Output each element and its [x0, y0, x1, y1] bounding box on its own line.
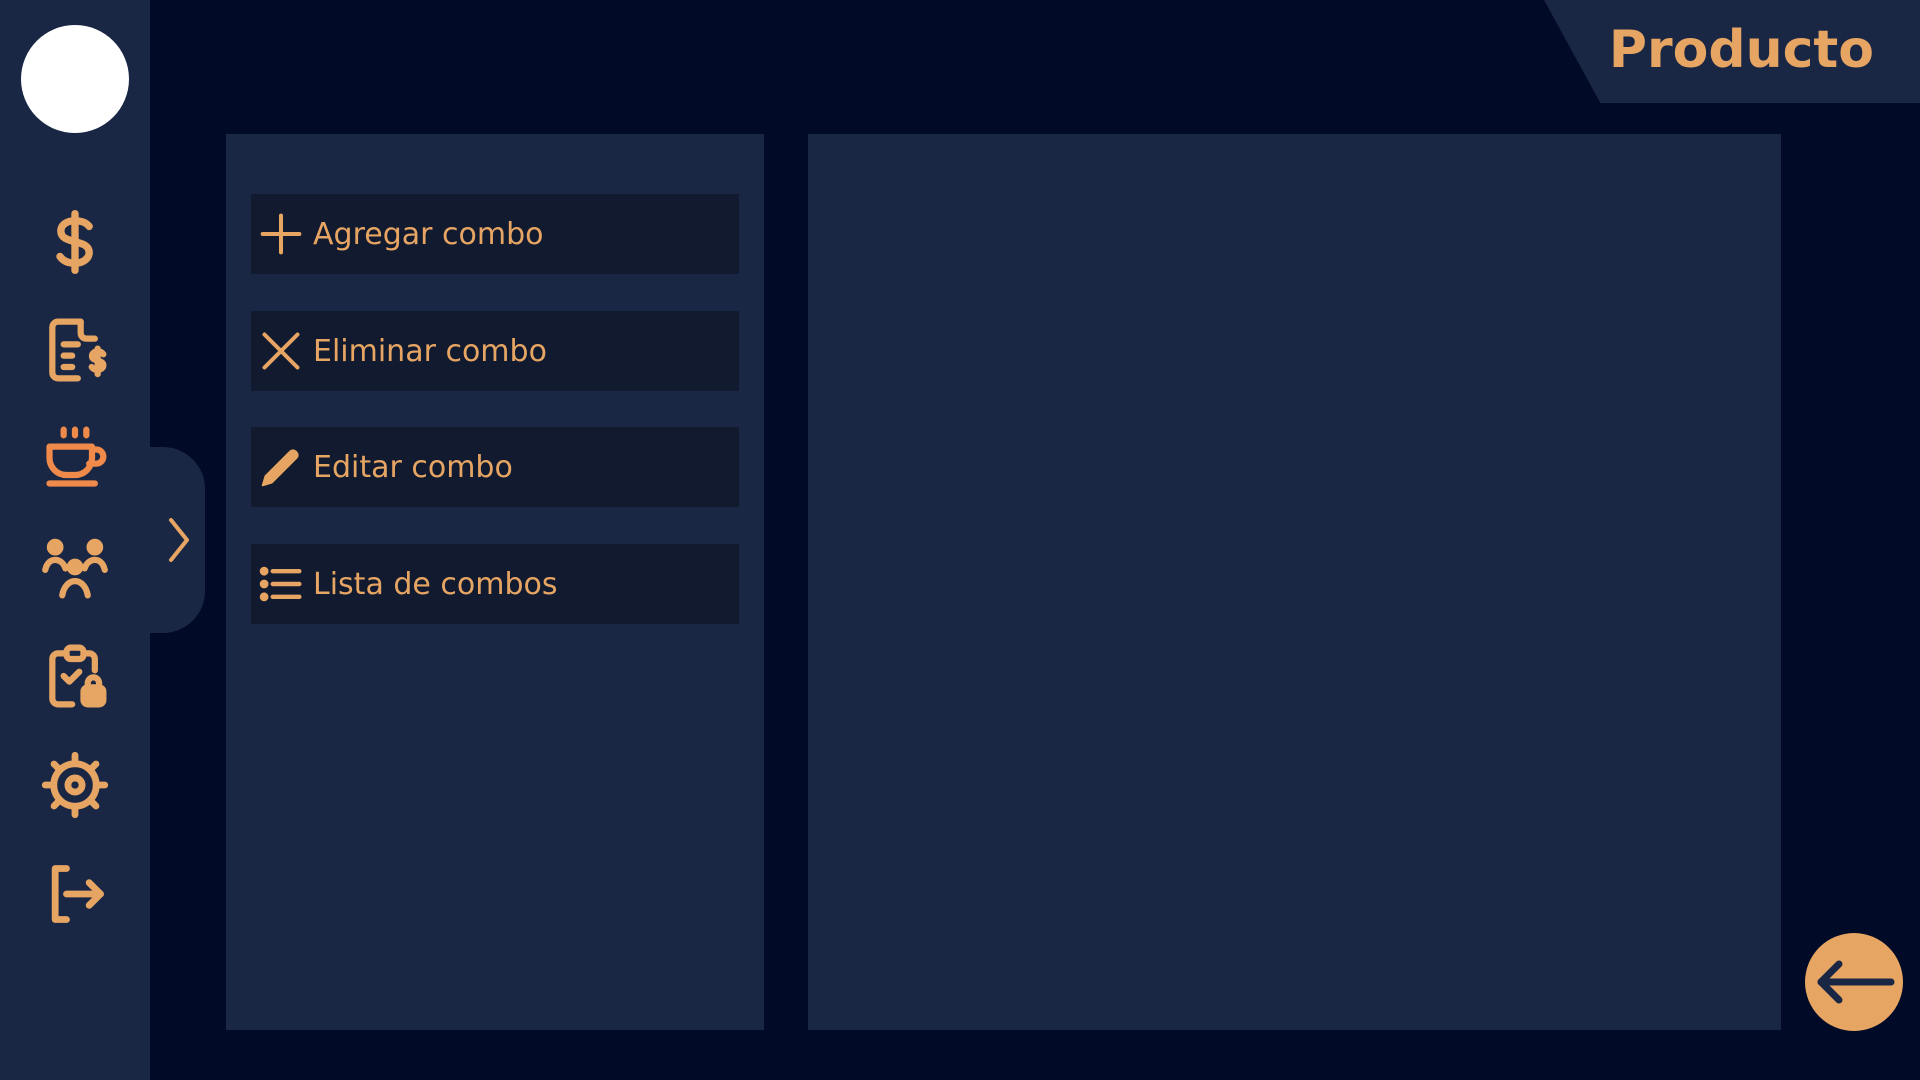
settings-gear-icon	[41, 751, 109, 819]
plus-icon	[255, 208, 307, 260]
add-combo-label: Agregar combo	[313, 216, 544, 252]
users-group-icon	[42, 538, 108, 599]
sidebar-item-settings[interactable]	[39, 749, 111, 821]
list-combos-label: Lista de combos	[313, 566, 558, 602]
logout-icon	[51, 865, 104, 923]
page-title: Producto	[1608, 20, 1874, 80]
pencil-icon	[255, 441, 307, 493]
x-icon	[255, 325, 307, 377]
delete-combo-button[interactable]: Eliminar combo	[251, 311, 739, 391]
sidebar	[0, 0, 150, 1080]
chevron-right-icon	[168, 518, 189, 562]
list-icon	[255, 558, 307, 610]
edit-combo-button[interactable]: Editar combo	[251, 427, 739, 507]
edit-combo-label: Editar combo	[313, 449, 513, 485]
invoice-dollar-icon	[49, 318, 107, 382]
expand-sidebar-button[interactable]	[150, 447, 205, 633]
list-combos-button[interactable]: Lista de combos	[251, 544, 739, 624]
coffee-cup-icon	[46, 426, 107, 487]
avatar[interactable]	[21, 25, 129, 133]
back-button[interactable]	[1805, 933, 1903, 1031]
dollar-icon	[56, 209, 93, 275]
sidebar-item-invoices[interactable]	[39, 314, 111, 386]
sidebar-item-products[interactable]	[39, 422, 111, 494]
delete-combo-label: Eliminar combo	[313, 333, 547, 369]
add-combo-button[interactable]: Agregar combo	[251, 194, 739, 274]
content-panel	[808, 134, 1781, 1030]
sidebar-item-sales[interactable]	[39, 206, 111, 278]
sidebar-item-users[interactable]	[39, 531, 111, 603]
combo-menu-panel: Agregar combo Eliminar combo Editar comb…	[226, 134, 764, 1030]
arrow-left-icon	[1817, 960, 1895, 1004]
clipboard-check-lock-icon	[49, 644, 107, 708]
sidebar-item-reports[interactable]	[39, 640, 111, 712]
sidebar-item-logout[interactable]	[39, 858, 111, 930]
